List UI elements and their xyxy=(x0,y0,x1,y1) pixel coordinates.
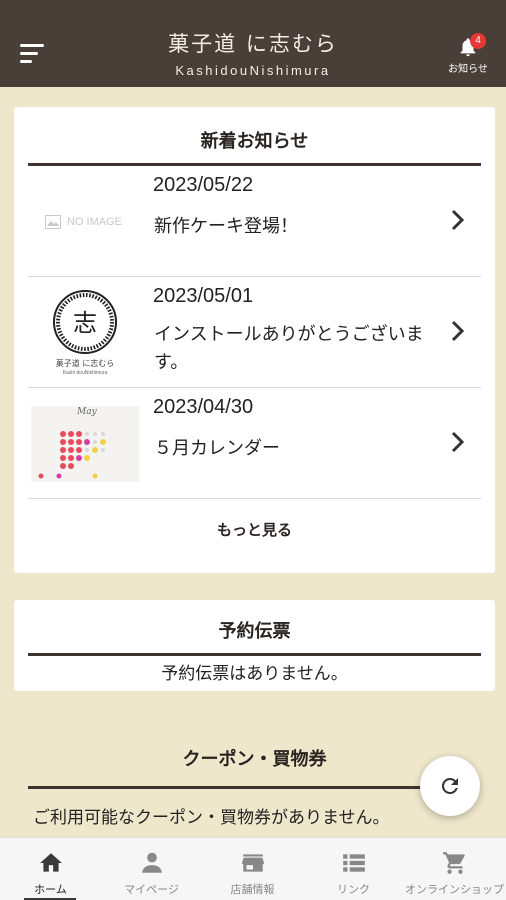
chevron-right-icon xyxy=(451,431,465,453)
shop-logo-icon: 志 xyxy=(53,290,117,354)
section-divider xyxy=(28,786,480,789)
notifications-button[interactable]: 4 お知らせ xyxy=(444,33,492,80)
tab-label: ホーム xyxy=(34,883,67,896)
tab-links[interactable]: リンク xyxy=(303,838,404,900)
tab-label: 店舗情報 xyxy=(230,883,275,896)
app-header: 菓子道 に志むら KashidouNishimura 4 お知らせ xyxy=(0,0,506,87)
notification-count-badge: 4 xyxy=(470,33,486,49)
tab-mypage[interactable]: マイページ xyxy=(101,838,202,900)
person-icon xyxy=(141,852,162,873)
news-date: 2023/04/30 xyxy=(153,396,254,418)
tab-label: リンク xyxy=(337,883,370,896)
no-image-label: NO IMAGE xyxy=(67,216,123,228)
bottom-tab-bar: ホーム マイページ 店舗情報 リンク オンラインショップ xyxy=(0,837,506,900)
news-date: 2023/05/01 xyxy=(153,285,254,307)
news-item[interactable]: May 2023/04/30 ５月カレンダー xyxy=(28,388,481,499)
news-item[interactable]: 志 菓子道 に志むら Kashi douNishimura 2023/05/01… xyxy=(28,277,481,388)
news-item[interactable]: NO IMAGE 2023/05/22 新作ケーキ登場！ xyxy=(28,166,481,277)
chevron-right-icon xyxy=(451,209,465,231)
news-text: ５月カレンダー xyxy=(154,438,280,459)
tab-online-shop[interactable]: オンラインショップ xyxy=(404,838,505,900)
reservation-card-title: 予約伝票 xyxy=(218,621,291,642)
news-card: 新着お知らせ NO IMAGE 2023/05/22 新作ケーキ登場！ 志 菓子… xyxy=(14,107,495,573)
news-card-title: 新着お知らせ xyxy=(200,131,309,152)
reservation-empty-message: 予約伝票はありません。 xyxy=(161,664,348,684)
tab-home[interactable]: ホーム xyxy=(0,838,101,900)
no-image-thumbnail: NO IMAGE xyxy=(31,184,139,260)
refresh-icon xyxy=(441,778,458,794)
shop-logo-caption: 菓子道 に志むら xyxy=(55,359,115,368)
cart-icon xyxy=(442,852,465,874)
svg-text:志: 志 xyxy=(73,309,97,337)
home-icon xyxy=(39,853,62,872)
section-divider xyxy=(28,653,481,656)
store-icon xyxy=(241,854,264,872)
list-icon xyxy=(342,854,365,872)
news-date: 2023/05/22 xyxy=(153,174,254,196)
shop-logo-thumbnail: 志 菓子道 に志むら Kashi douNishimura xyxy=(31,290,139,376)
news-text: 新作ケーキ登場！ xyxy=(154,216,298,237)
see-more-link[interactable]: もっと見る xyxy=(14,519,495,540)
tab-label: マイページ xyxy=(124,883,179,896)
image-placeholder-icon xyxy=(45,215,61,229)
tab-store-info[interactable]: 店舗情報 xyxy=(202,838,303,900)
shop-logo-subcaption: Kashi douNishimura xyxy=(62,370,108,376)
coupon-empty-message: ご利用可能なクーポン・買物券がありません。 xyxy=(33,808,390,828)
refresh-button[interactable] xyxy=(420,756,480,816)
reservation-card: 予約伝票 予約伝票はありません。 xyxy=(14,600,495,691)
calendar-thumbnail: May xyxy=(31,406,139,482)
tab-label: オンラインショップ xyxy=(405,883,504,896)
brand-subtitle: KashidouNishimura xyxy=(175,63,331,78)
brand-title: 菓子道 に志むら xyxy=(168,32,338,56)
chevron-right-icon xyxy=(451,320,465,342)
calendar-dots-graphic xyxy=(38,431,106,479)
news-text: インストールありがとうございます。 xyxy=(154,324,424,373)
notifications-label: お知らせ xyxy=(448,64,488,75)
coupon-section-title: クーポン・買物券 xyxy=(182,749,327,770)
